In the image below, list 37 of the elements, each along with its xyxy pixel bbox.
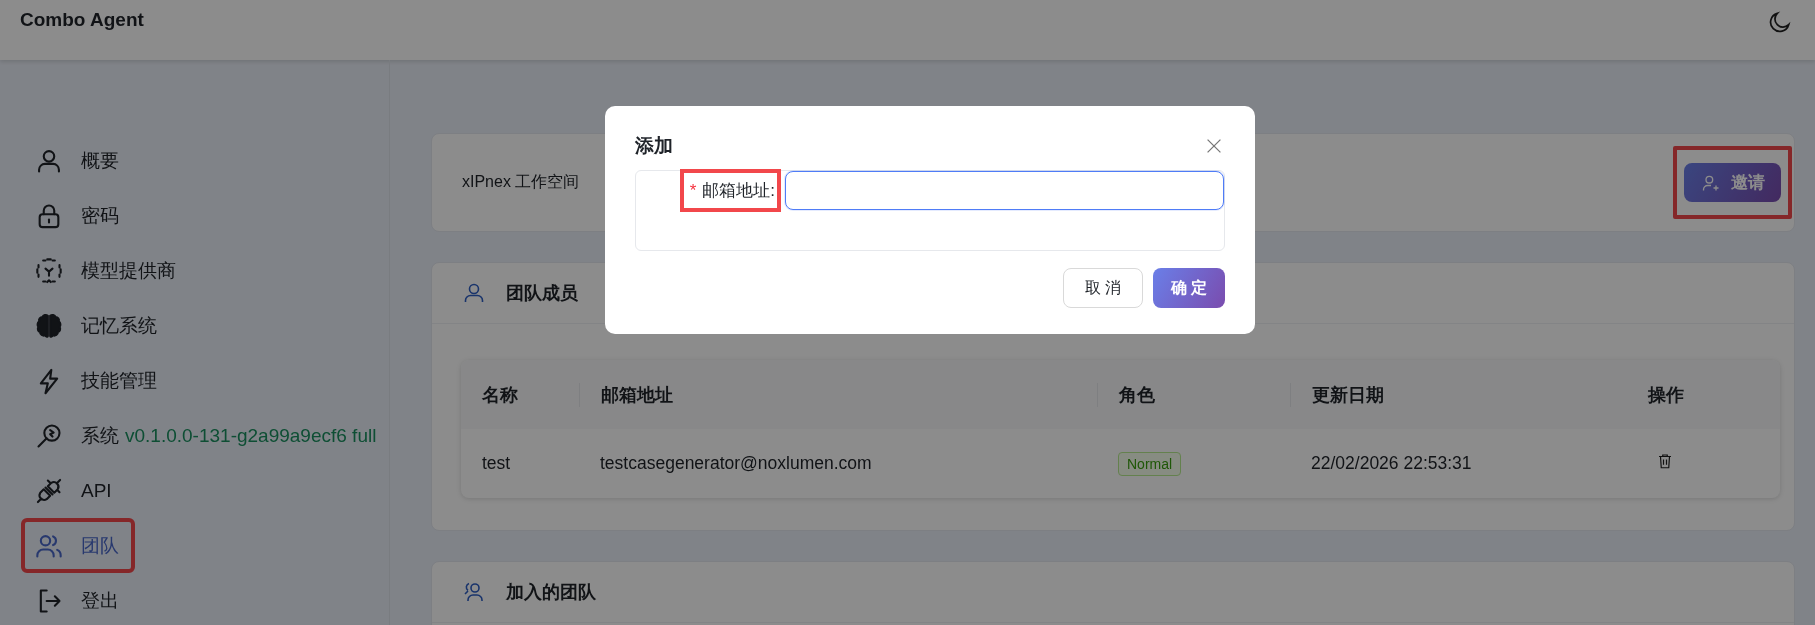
section-title: 加入的团队: [506, 581, 596, 604]
dialog-title: 添加: [635, 134, 673, 158]
section-title: 团队成员: [506, 282, 578, 305]
sidebar-item[interactable]: 记忆系统: [25, 302, 169, 349]
dashed-frame-icon: [35, 256, 63, 285]
column-header: 更新日期: [1290, 382, 1628, 407]
sidebar-item[interactable]: 团队: [25, 522, 131, 569]
confirm-button[interactable]: 确 定: [1153, 268, 1225, 308]
sidebar-item[interactable]: API: [25, 467, 124, 514]
sidebar-item[interactable]: 密码: [25, 192, 131, 239]
required-mark: *: [689, 180, 697, 201]
sidebar-item[interactable]: 技能管理: [25, 357, 169, 404]
users-icon: [462, 580, 486, 604]
plug-icon: [35, 476, 63, 505]
invite-button[interactable]: 邀请: [1684, 163, 1781, 202]
column-header: 角色: [1097, 382, 1290, 407]
sidebar-item[interactable]: 系统 v0.1.0.0-131-g2a99a9ecf6 full: [25, 412, 389, 459]
version-label: v0.1.0.0-131-g2a99a9ecf6 full: [125, 424, 377, 447]
column-header: 邮箱地址: [579, 382, 1097, 407]
table-cell-text: testcasegenerator@noxlumen.com: [599, 453, 873, 474]
moon-icon[interactable]: [1767, 9, 1793, 35]
app-title: Combo Agent: [20, 9, 144, 31]
brain-icon: [35, 311, 63, 340]
email-input-field[interactable]: [785, 171, 1224, 210]
user-icon: [462, 281, 486, 305]
column-header: 操作: [1647, 383, 1685, 407]
sidebar-item[interactable]: 概要: [25, 137, 131, 184]
table-cell-text: test: [481, 453, 512, 474]
cancel-button[interactable]: 取 消: [1063, 268, 1143, 308]
column-header: 名称: [481, 383, 519, 407]
trash-icon[interactable]: [1656, 452, 1674, 470]
workspace-name: xIPnex 工作空间: [462, 172, 580, 192]
table-cell-text: 22/02/2026 22:53:31: [1310, 453, 1473, 474]
sidebar-item[interactable]: 登出: [25, 577, 131, 624]
role-tag: Normal: [1118, 451, 1182, 476]
field-label: * 邮箱地址:: [681, 171, 779, 210]
sidebar-item[interactable]: 模型提供商: [25, 247, 188, 294]
